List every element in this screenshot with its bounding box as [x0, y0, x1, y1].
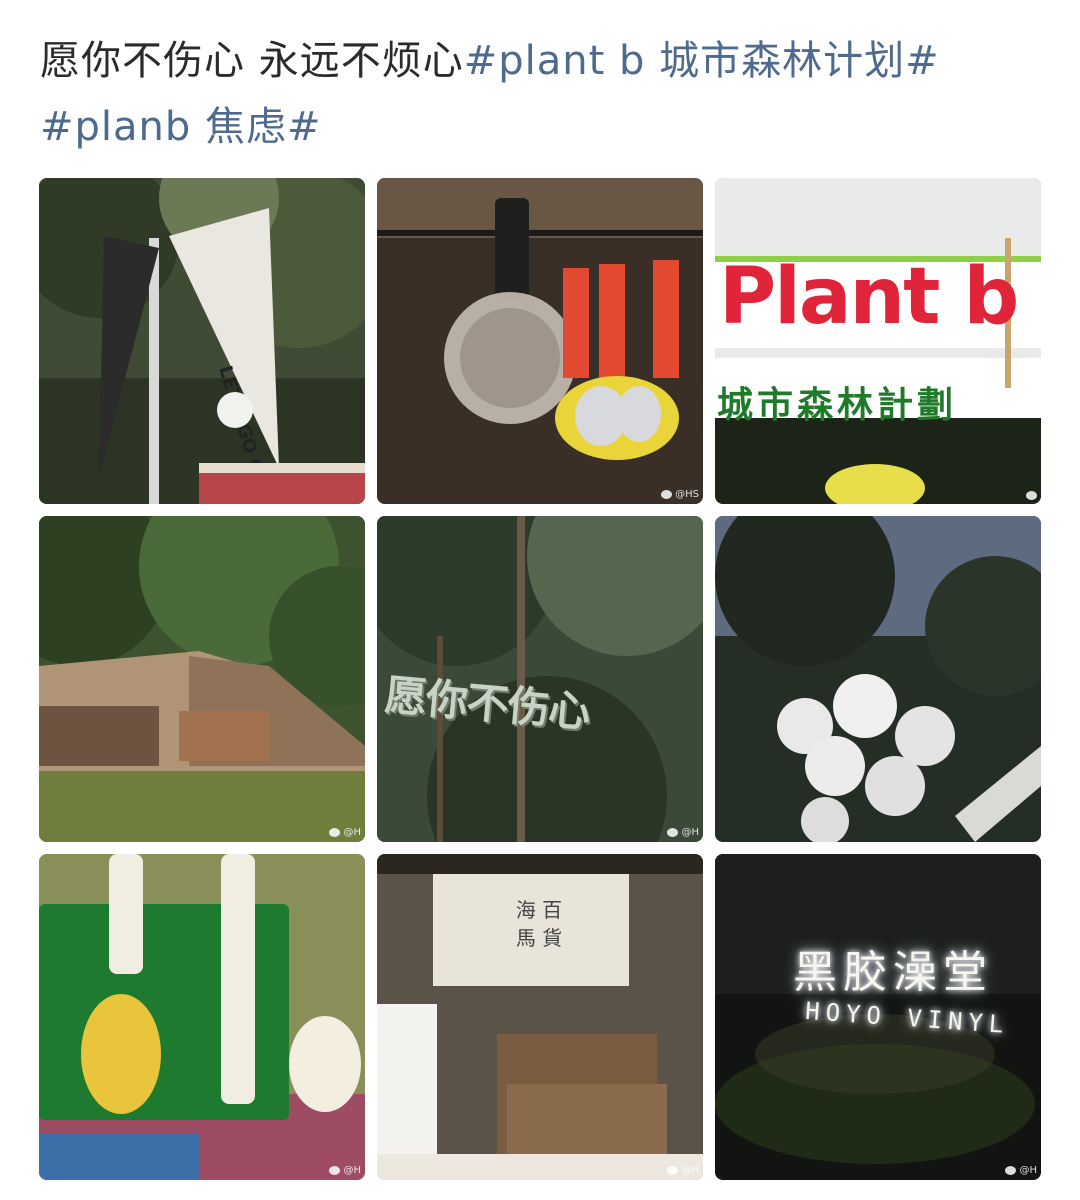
neon-sign-chinese: 黑胶澡堂 [793, 947, 993, 998]
photo-1-image: LET'S GO OUT [39, 178, 365, 504]
photo-5-forest-message[interactable]: 愿你不伤心 @H [377, 516, 703, 842]
topic-link-planb-anxiety[interactable]: #planb 焦虑# [40, 104, 322, 150]
photo-2-watermark: @HS [661, 489, 699, 500]
photo-3-plant-b-sign[interactable]: Plant b 城市森林計劃 [715, 178, 1041, 504]
photo-4-image [39, 516, 365, 842]
post-text: 愿你不伤心 永远不烦心#plant b 城市森林计划# #planb 焦虑# [40, 28, 1040, 160]
photo-8-seahorse-stall[interactable]: 海 百 馬 貨 @H [377, 854, 703, 1180]
photo-grid: LET'S GO OUT @HS Plant b 城市森林計劃 @H 愿你不伤心… [39, 178, 1041, 1180]
plant-b-sign-text: Plant b [719, 252, 1019, 342]
photo-7-watermark: @H [329, 1165, 361, 1176]
photo-6-white-balloons[interactable] [715, 516, 1041, 842]
post-body: 愿你不伤心 永远不烦心 [40, 38, 464, 84]
photo-7-image [39, 854, 365, 1180]
photo-8-watermark: @H [667, 1165, 699, 1176]
photo-1-pennant-flags[interactable]: LET'S GO OUT [39, 178, 365, 504]
photo-2-bulb-cocoa[interactable]: @HS [377, 178, 703, 504]
photo-9-watermark: @H [1005, 1165, 1037, 1176]
photo-3-watermark [1026, 491, 1037, 500]
photo-7-green-tote-bag[interactable]: @H [39, 854, 365, 1180]
photo-9-neon-sign[interactable]: 黑胶澡堂 HOYO VINYL @H [715, 854, 1041, 1180]
photo-4-watermark: @H [329, 827, 361, 838]
photo-5-watermark: @H [667, 827, 699, 838]
photo-4-camping-tent[interactable]: @H [39, 516, 365, 842]
photo-2-image [377, 178, 703, 504]
city-forest-sign-text: 城市森林計劃 [717, 385, 958, 426]
weibo-post: 愿你不伤心 永远不烦心#plant b 城市森林计划# #planb 焦虑# L… [0, 0, 1080, 1200]
topic-link-plant-b[interactable]: #plant b 城市森林计划# [464, 38, 940, 84]
photo-6-image [715, 516, 1041, 842]
seahorse-store-sign: 海 百 馬 貨 [515, 898, 563, 950]
